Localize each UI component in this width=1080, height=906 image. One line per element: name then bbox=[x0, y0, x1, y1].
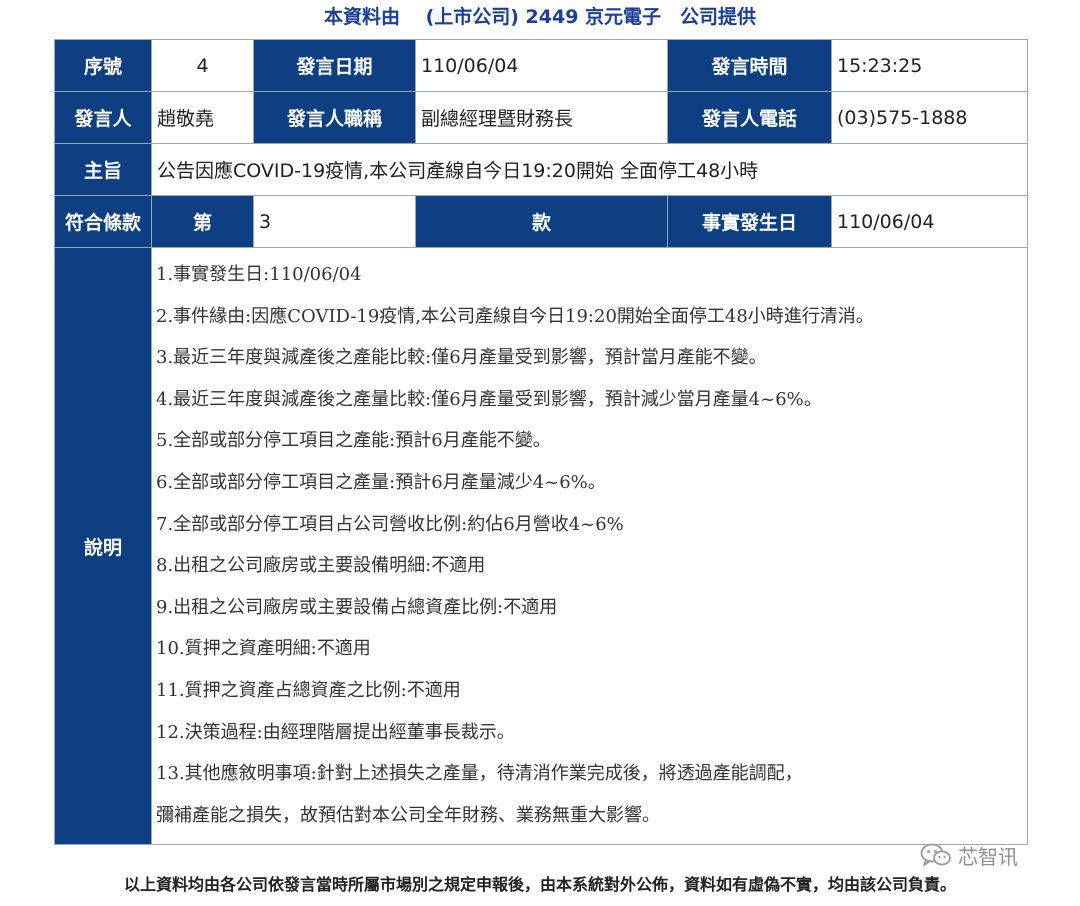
time-label: 發言時間 bbox=[667, 39, 832, 92]
seq-value: 4 bbox=[151, 39, 254, 92]
speaker-title-value: 副總經理暨財務長 bbox=[415, 91, 668, 144]
fact-date-value: 110/06/04 bbox=[831, 195, 1028, 248]
description-line: 8.出租之公司廠房或主要設備明細:不適用 bbox=[156, 555, 486, 577]
phone-label: 發言人電話 bbox=[667, 91, 832, 144]
clause-label: 符合條款 bbox=[54, 195, 152, 248]
description-line: 10.質押之資產明細:不適用 bbox=[156, 638, 371, 660]
time-value: 15:23:25 bbox=[831, 39, 1028, 92]
clause-prefix: 第 bbox=[151, 195, 254, 248]
description-line: 4.最近三年度與減產後之產量比較:僅6月產量受到影響，預計減少當月產量4~6%。 bbox=[156, 388, 822, 410]
description-line: 2.事件緣由:因應COVID-19疫情,本公司產線自今日19:20開始全面停工4… bbox=[156, 305, 874, 327]
description-line: 7.全部或部分停工項目占公司營收比例:約佔6月營收4~6% bbox=[156, 513, 624, 535]
source-line: 本資料由 (上市公司) 2449 京元電子 公司提供 bbox=[323, 6, 757, 28]
date-value: 110/06/04 bbox=[415, 39, 668, 92]
wechat-icon bbox=[920, 843, 951, 866]
fact-date-label: 事實發生日 bbox=[667, 195, 832, 248]
footer-disclaimer: 以上資料均由各公司依發言當時所屬市場別之規定申報後，由本系統對外公佈，資料如有虛… bbox=[123, 875, 956, 894]
table-row: 序號 4 發言日期 110/06/04 發言時間 15:23:25 bbox=[54, 39, 1028, 92]
description-line: 6.全部或部分停工項目之產量:預計6月產量減少4~6%。 bbox=[156, 471, 606, 493]
announcement-table: 序號 4 發言日期 110/06/04 發言時間 15:23:25 發言人 趙敬… bbox=[54, 39, 1028, 846]
description-line: 1.事實發生日:110/06/04 bbox=[156, 264, 362, 285]
subject-label: 主旨 bbox=[54, 143, 152, 196]
description-line: 12.決策過程:由經理階層提出經董事長裁示。 bbox=[156, 721, 515, 743]
description-line: 11.質押之資產占總資產之比例:不適用 bbox=[156, 679, 461, 701]
description-line: 9.出租之公司廠房或主要設備占總資產比例:不適用 bbox=[156, 596, 558, 618]
watermark: 芯智讯 bbox=[920, 840, 1018, 870]
table-row: 主旨 公告因應COVID-19疫情,本公司產線自今日19:20開始 全面停工48… bbox=[54, 143, 1028, 196]
speaker-value: 趙敬堯 bbox=[151, 91, 254, 144]
speaker-title-label: 發言人職稱 bbox=[253, 91, 416, 144]
phone-value: (03)575-1888 bbox=[831, 91, 1028, 144]
clause-suffix: 款 bbox=[415, 195, 668, 248]
table-row: 符合條款 第 3 款 事實發生日 110/06/04 bbox=[54, 195, 1028, 248]
watermark-text: 芯智讯 bbox=[958, 844, 1018, 869]
description-label: 說明 bbox=[54, 246, 152, 846]
speaker-label: 發言人 bbox=[54, 91, 152, 144]
subject-value: 公告因應COVID-19疫情,本公司產線自今日19:20開始 全面停工48小時 bbox=[151, 143, 1028, 196]
date-label: 發言日期 bbox=[253, 39, 416, 92]
seq-label: 序號 bbox=[54, 39, 152, 92]
table-row: 發言人 趙敬堯 發言人職稱 副總經理暨財務長 發言人電話 (03)575-188… bbox=[54, 91, 1028, 144]
description-line: 5.全部或部分停工項目之產能:預計6月產能不變。 bbox=[156, 430, 551, 452]
description-line: 3.最近三年度與減產後之產能比較:僅6月產量受到影響，預計當月產能不變。 bbox=[156, 347, 767, 369]
table-row: 說明 1.事實發生日:110/06/04 2.事件緣由:因應COVID-19疫情… bbox=[54, 246, 1028, 846]
clause-value: 3 bbox=[253, 195, 416, 248]
description-line: 13.其他應敘明事項:針對上述損失之產量，待清消作業完成後，將透過產能調配， bbox=[156, 763, 803, 785]
description-body: 1.事實發生日:110/06/04 2.事件緣由:因應COVID-19疫情,本公… bbox=[151, 246, 1028, 846]
description-line: 彌補產能之損失，故預估對本公司全年財務、業務無重大影響。 bbox=[156, 804, 660, 826]
